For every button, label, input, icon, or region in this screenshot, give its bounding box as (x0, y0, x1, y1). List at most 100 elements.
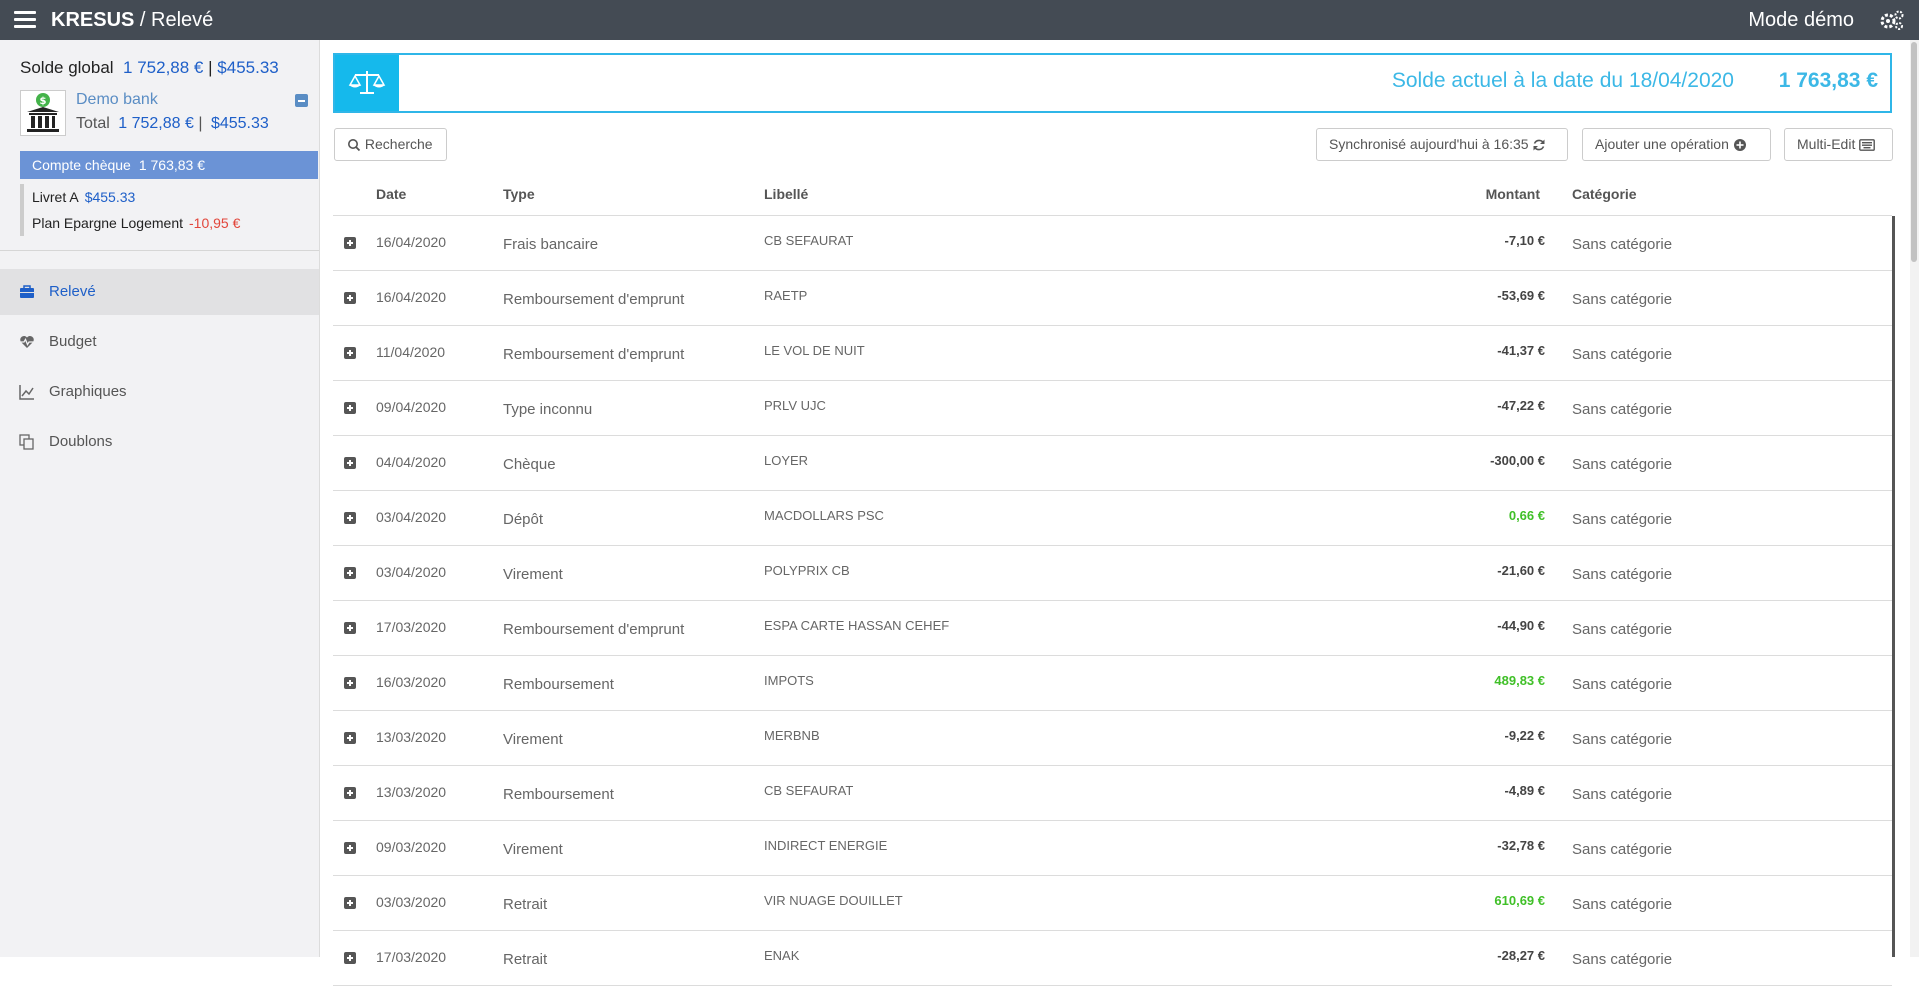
expand-row-icon[interactable] (344, 622, 356, 634)
row-label[interactable]: IMPOTS (764, 673, 814, 688)
expand-row-icon[interactable] (344, 952, 356, 964)
row-type[interactable]: Type inconnu (503, 401, 592, 418)
global-balance: Solde global 1 752,88 € | $455.33 (20, 58, 279, 77)
table-row[interactable]: 13/03/2020 Remboursement CB SEFAURAT -4,… (333, 766, 1892, 821)
sync-button[interactable]: Synchronisé aujourd'hui à 16:35 (1316, 128, 1568, 161)
scrollbar-thumb[interactable] (1911, 42, 1917, 262)
row-label[interactable]: CB SEFAURAT (764, 783, 853, 798)
row-label[interactable]: RAETP (764, 288, 807, 303)
header-label[interactable]: Libellé (764, 186, 808, 202)
table-row[interactable]: 09/04/2020 Type inconnu PRLV UJC -47,22 … (333, 381, 1892, 436)
expand-row-icon[interactable] (344, 512, 356, 524)
row-type[interactable]: Remboursement d'emprunt (503, 291, 684, 308)
table-row[interactable]: 03/04/2020 Virement POLYPRIX CB -21,60 €… (333, 546, 1892, 601)
nav-graphiques[interactable]: Graphiques (0, 369, 319, 415)
collapse-bank-button[interactable] (295, 94, 308, 107)
row-label[interactable]: MERBNB (764, 728, 820, 743)
row-label[interactable]: PRLV UJC (764, 398, 826, 413)
row-amount: -9,22 € (1504, 728, 1545, 743)
row-label[interactable]: MACDOLLARS PSC (764, 508, 884, 523)
add-operation-button[interactable]: Ajouter une opération (1582, 128, 1771, 161)
row-type[interactable]: Remboursement d'emprunt (503, 621, 684, 638)
expand-row-icon[interactable] (344, 677, 356, 689)
row-category[interactable]: Sans catégorie (1572, 401, 1672, 418)
account-compte-cheque[interactable]: Compte chèque 1 763,83 € (20, 151, 318, 179)
row-category[interactable]: Sans catégorie (1572, 676, 1672, 693)
expand-row-icon[interactable] (344, 732, 356, 744)
row-label[interactable]: INDIRECT ENERGIE (764, 838, 887, 853)
row-type[interactable]: Virement (503, 566, 563, 583)
header-type[interactable]: Type (503, 186, 535, 202)
copy-icon (19, 434, 34, 450)
demo-mode-label[interactable]: Mode démo (1748, 9, 1854, 32)
table-row[interactable]: 03/03/2020 Retrait VIR NUAGE DOUILLET 61… (333, 876, 1892, 931)
header-date[interactable]: Date (376, 186, 406, 202)
row-category[interactable]: Sans catégorie (1572, 841, 1672, 858)
expand-row-icon[interactable] (344, 567, 356, 579)
row-type[interactable]: Remboursement (503, 676, 614, 693)
row-label[interactable]: ESPA CARTE HASSAN CEHEF (764, 618, 949, 633)
table-row[interactable]: 03/04/2020 Dépôt MACDOLLARS PSC 0,66 € S… (333, 491, 1892, 546)
row-label[interactable]: LOYER (764, 453, 808, 468)
row-category[interactable]: Sans catégorie (1572, 786, 1672, 803)
row-date: 03/03/2020 (376, 894, 447, 910)
multi-edit-button[interactable]: Multi-Edit (1784, 128, 1893, 161)
row-category[interactable]: Sans catégorie (1572, 456, 1672, 473)
table-row[interactable]: 09/03/2020 Virement INDIRECT ENERGIE -32… (333, 821, 1892, 876)
keyboard-icon (1859, 139, 1876, 152)
row-type[interactable]: Virement (503, 731, 563, 748)
row-category[interactable]: Sans catégorie (1572, 896, 1672, 913)
nav-releve[interactable]: Relevé (0, 269, 319, 315)
account-plan-epargne-logement[interactable]: Plan Epargne Logement -10,95 € (20, 210, 318, 236)
row-label[interactable]: ENAK (764, 948, 799, 963)
row-type[interactable]: Retrait (503, 896, 547, 913)
nav-doublons[interactable]: Doublons (0, 419, 319, 465)
row-category[interactable]: Sans catégorie (1572, 346, 1672, 363)
expand-row-icon[interactable] (344, 292, 356, 304)
row-category[interactable]: Sans catégorie (1572, 511, 1672, 528)
account-livret-a[interactable]: Livret A $455.33 (20, 184, 318, 210)
hamburger-icon[interactable] (14, 11, 36, 29)
expand-row-icon[interactable] (344, 842, 356, 854)
table-row[interactable]: 16/03/2020 Remboursement IMPOTS 489,83 €… (333, 656, 1892, 711)
header-amount[interactable]: Montant (1486, 186, 1540, 202)
expand-row-icon[interactable] (344, 457, 356, 469)
table-row[interactable]: 11/04/2020 Remboursement d'emprunt LE VO… (333, 326, 1892, 381)
row-category[interactable]: Sans catégorie (1572, 566, 1672, 583)
row-category[interactable]: Sans catégorie (1572, 951, 1672, 968)
expand-row-icon[interactable] (344, 347, 356, 359)
row-category[interactable]: Sans catégorie (1572, 291, 1672, 308)
row-label[interactable]: VIR NUAGE DOUILLET (764, 893, 903, 908)
gears-icon[interactable] (1879, 9, 1905, 31)
row-type[interactable]: Remboursement (503, 786, 614, 803)
table-row[interactable]: 13/03/2020 Virement MERBNB -9,22 € Sans … (333, 711, 1892, 766)
row-type[interactable]: Remboursement d'emprunt (503, 346, 684, 363)
expand-row-icon[interactable] (344, 897, 356, 909)
search-button[interactable]: Recherche (334, 128, 447, 161)
expand-row-icon[interactable] (344, 237, 356, 249)
expand-row-icon[interactable] (344, 402, 356, 414)
row-category[interactable]: Sans catégorie (1572, 731, 1672, 748)
row-type[interactable]: Virement (503, 841, 563, 858)
nav-budget[interactable]: Budget (0, 319, 319, 365)
table-row[interactable]: 17/03/2020 Remboursement d'emprunt ESPA … (333, 601, 1892, 656)
row-amount: 0,66 € (1508, 508, 1545, 523)
bank-name[interactable]: Demo bank (76, 91, 158, 109)
table-row[interactable]: 16/04/2020 Frais bancaire CB SEFAURAT -7… (333, 216, 1892, 271)
row-type[interactable]: Frais bancaire (503, 236, 598, 253)
row-label[interactable]: POLYPRIX CB (764, 563, 850, 578)
row-type[interactable]: Retrait (503, 951, 547, 968)
table-row[interactable]: 16/04/2020 Remboursement d'emprunt RAETP… (333, 271, 1892, 326)
header-category[interactable]: Catégorie (1572, 186, 1637, 202)
expand-row-icon[interactable] (344, 787, 356, 799)
table-row[interactable]: 04/04/2020 Chèque LOYER -300,00 € Sans c… (333, 436, 1892, 491)
row-label[interactable]: CB SEFAURAT (764, 233, 853, 248)
row-type[interactable]: Dépôt (503, 511, 543, 528)
table-row[interactable]: 17/03/2020 Retrait ENAK -28,27 € Sans ca… (333, 931, 1892, 986)
top-bar: KRESUS / Relevé Mode démo (0, 0, 1919, 40)
row-type[interactable]: Chèque (503, 456, 556, 473)
row-category[interactable]: Sans catégorie (1572, 236, 1672, 253)
row-amount: -28,27 € (1497, 948, 1545, 963)
row-category[interactable]: Sans catégorie (1572, 621, 1672, 638)
row-label[interactable]: LE VOL DE NUIT (764, 343, 865, 358)
